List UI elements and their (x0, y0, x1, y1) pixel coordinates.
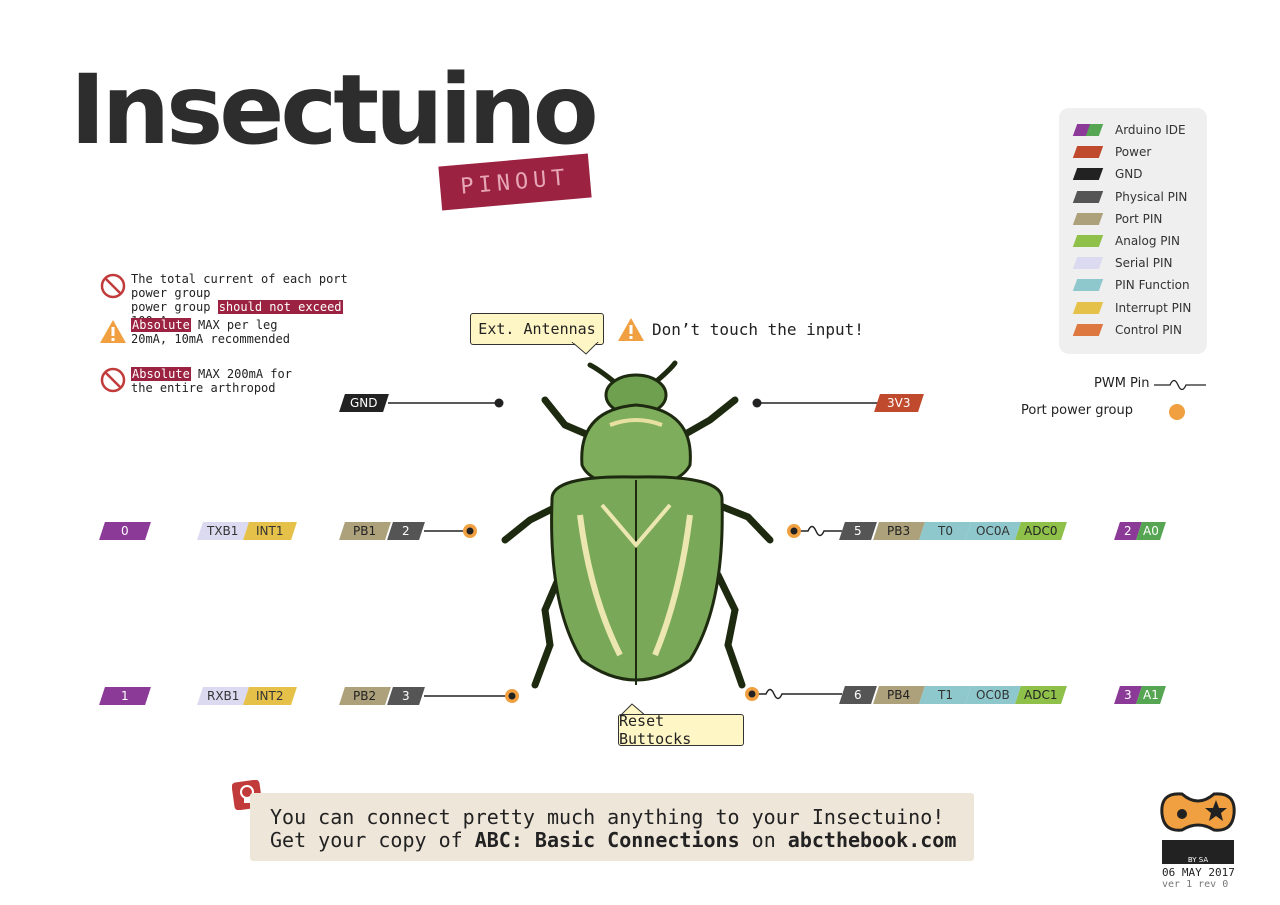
pin-int2: INT2 (243, 687, 297, 705)
pin-pb2: PB2 (339, 687, 391, 705)
pin-ide-1: 1 (99, 687, 151, 705)
pin-ide-0: 0 (99, 522, 151, 540)
license-badge: BY SA (1162, 840, 1234, 864)
banner-line-1: You can connect pretty much anything to … (270, 805, 945, 829)
pin-physical-5: 5 (839, 522, 877, 540)
pin-adc0: ADC0 (1015, 522, 1067, 540)
pin-pb1: PB1 (339, 522, 391, 540)
pin-rxb1: RXB1 (197, 687, 249, 705)
pin-pb4: PB4 (873, 686, 925, 704)
pin-gnd: GND (339, 394, 389, 412)
logo-icon (1160, 792, 1236, 832)
pin-physical-3: 3 (387, 687, 425, 705)
pin-physical-2: 2 (387, 522, 425, 540)
promo-banner: You can connect pretty much anything to … (250, 793, 974, 861)
pin-t0: T0 (919, 522, 971, 540)
pin-adc1: ADC1 (1015, 686, 1067, 704)
pin-txb1: TXB1 (197, 522, 249, 540)
pin-t1: T1 (919, 686, 971, 704)
version-label: ver 1 rev 0 (1162, 879, 1229, 890)
pin-oc0b: OC0B (965, 686, 1021, 704)
pin-physical-6: 6 (839, 686, 877, 704)
banner-line-2: Get your copy of ABC: Basic Connections … (270, 828, 957, 852)
pin-pb3: PB3 (873, 522, 925, 540)
release-date: 06 MAY 2017 (1162, 866, 1235, 879)
pin-oc0a: OC0A (965, 522, 1021, 540)
pin-int1: INT1 (243, 522, 297, 540)
pin-connectors (388, 398, 878, 703)
pin-3v3: 3V3 (874, 394, 924, 412)
book-url-link[interactable]: abcthebook.com (788, 828, 957, 852)
